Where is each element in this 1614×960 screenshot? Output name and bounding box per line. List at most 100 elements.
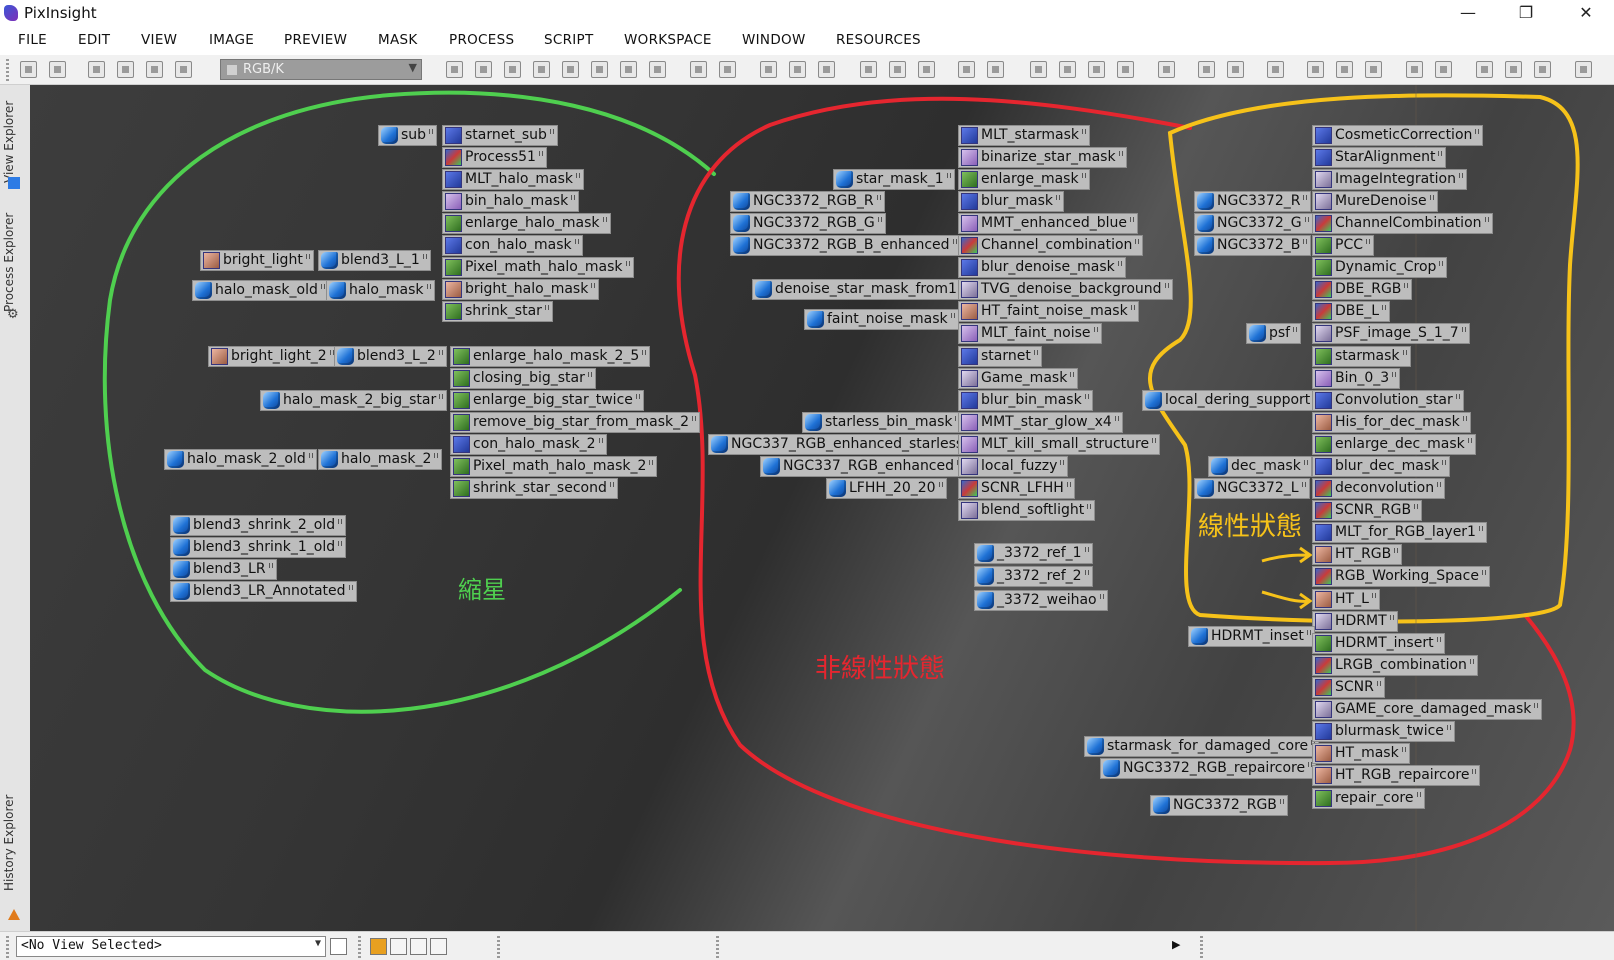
toolbar-button[interactable] xyxy=(1117,61,1134,78)
view-select[interactable]: <No View Selected> ▼ xyxy=(16,936,326,957)
toolbar-button[interactable] xyxy=(1505,61,1522,78)
process-icon-closing-big-star[interactable]: closing_big_star xyxy=(450,368,596,389)
process-icon-blur-dec-mask[interactable]: blur_dec_mask xyxy=(1312,456,1451,477)
toolbar-button[interactable] xyxy=(1158,61,1175,78)
process-icon-game-core-damaged-mask[interactable]: GAME_core_damaged_mask xyxy=(1312,699,1543,720)
process-icon-ht-rgb[interactable]: HT_RGB xyxy=(1312,544,1403,565)
image-icon-dec-mask[interactable]: dec_mask xyxy=(1208,456,1312,477)
toolbar-button[interactable] xyxy=(1435,61,1452,78)
process-icon-mlt-faint-noise[interactable]: MLT_faint_noise xyxy=(958,323,1102,344)
image-icon-blend3-shrink-1-old[interactable]: blend3_shrink_1_old xyxy=(170,537,347,558)
process-icon-hdrmt-insert[interactable]: HDRMT_insert xyxy=(1312,633,1445,654)
process-icon-channel-combination[interactable]: Channel_combination xyxy=(958,235,1144,256)
toolbar-button[interactable] xyxy=(88,61,105,78)
process-icon-channelcombination[interactable]: ChannelCombination xyxy=(1312,213,1493,234)
statusbar-grip[interactable] xyxy=(6,936,9,958)
image-icon-blend3-l-1[interactable]: blend3_L_1 xyxy=(318,250,431,271)
process-icon-dynamic-crop[interactable]: Dynamic_Crop xyxy=(1312,257,1448,278)
image-icon-ngc3372-rgb-repaircore[interactable]: NGC3372_RGB_repaircore xyxy=(1100,758,1317,779)
process-icon-remove-big-star-from-mask-2[interactable]: remove_big_star_from_mask_2 xyxy=(450,412,701,433)
image-icon-faint-noise-mask[interactable]: faint_noise_mask xyxy=(804,309,959,330)
zoom-out-icon[interactable] xyxy=(719,61,736,78)
play-icon[interactable]: ▶ xyxy=(1172,938,1180,951)
process-icon-bright-halo-mask[interactable]: bright_halo_mask xyxy=(442,279,600,300)
process-icon-bin-halo-mask[interactable]: bin_halo_mask xyxy=(442,191,580,212)
image-icon-ngc3372-l[interactable]: NGC3372_L xyxy=(1194,478,1310,499)
undo-icon[interactable] xyxy=(20,61,37,78)
toolbar-button[interactable] xyxy=(1227,61,1244,78)
stf-button[interactable] xyxy=(410,938,427,955)
process-icon-image-integration[interactable]: ImageIntegration xyxy=(1312,169,1467,190)
process-icon-ht-rgb-repaircore[interactable]: HT_RGB_repaircore xyxy=(1312,765,1481,786)
process-icon-enlarge-halo-mask-2-5[interactable]: enlarge_halo_mask_2_5 xyxy=(450,346,651,367)
toolbar-grip[interactable] xyxy=(6,59,9,81)
toolbar-button[interactable] xyxy=(1030,61,1047,78)
process-icon-tvg-denoise-background[interactable]: TVG_denoise_background xyxy=(958,279,1173,300)
process-icon-scnr-lfhh[interactable]: SCNR_LFHH xyxy=(958,478,1075,499)
process-icon-starnet-sub[interactable]: starnet_sub xyxy=(442,125,558,146)
toolbar-button[interactable] xyxy=(1198,61,1215,78)
toolbar-button[interactable] xyxy=(860,61,877,78)
process-icon-star-alignment[interactable]: StarAlignment xyxy=(1312,147,1447,168)
toolbar-button[interactable] xyxy=(1336,61,1353,78)
toolbar-button[interactable] xyxy=(533,61,550,78)
process-icon-con-halo-mask-2[interactable]: con_halo_mask_2 xyxy=(450,434,607,455)
image-icon-star-mask-1[interactable]: star_mask_1 xyxy=(833,169,955,190)
menu-view[interactable]: VIEW xyxy=(141,32,177,48)
close-button[interactable]: ✕ xyxy=(1574,2,1598,24)
zoom-in-icon[interactable] xyxy=(690,61,707,78)
image-icon-local-dering-support[interactable]: local_dering_support xyxy=(1142,390,1322,411)
history-explorer-tab[interactable]: History Explorer xyxy=(2,785,28,900)
process-icon-mlt-starmask[interactable]: MLT_starmask xyxy=(958,125,1090,146)
image-icon-ngc3372-b[interactable]: NGC3372_B xyxy=(1194,235,1312,256)
statusbar-grip[interactable] xyxy=(497,936,500,958)
view-lock-button[interactable] xyxy=(330,938,347,955)
toolbar-button[interactable] xyxy=(591,61,608,78)
process-icon-mlt-for-rgb-layer1[interactable]: MLT_for_RGB_layer1 xyxy=(1312,522,1487,543)
menu-mask[interactable]: MASK xyxy=(378,32,418,48)
zoom-icon[interactable] xyxy=(818,61,835,78)
process-icon-pixel-math-halo-mask-2[interactable]: Pixel_math_halo_mask_2 xyxy=(450,456,658,477)
toolbar-button[interactable] xyxy=(987,61,1004,78)
process-icon-bright-light-2[interactable]: bright_light_2 xyxy=(208,346,338,367)
process-icon-his-for-dec-mask[interactable]: His_for_dec_mask xyxy=(1312,412,1471,433)
menu-workspace[interactable]: WORKSPACE xyxy=(624,32,712,48)
process-icon-blurmask-twice[interactable]: blurmask_twice xyxy=(1312,721,1455,742)
color-space-select[interactable]: RGB/K ▼ xyxy=(220,59,422,80)
image-icon-ngc337-rgb-enhanced-starless[interactable]: NGC337_RGB_enhanced_starless xyxy=(708,434,975,455)
image-icon-starmask-for-damaged-core[interactable]: starmask_for_damaged_core xyxy=(1084,736,1320,757)
image-icon-ngc3372-rgb[interactable]: NGC3372_RGB xyxy=(1150,795,1288,816)
toolbar-button[interactable] xyxy=(475,61,492,78)
process-icon-con-halo-mask[interactable]: con_halo_mask xyxy=(442,235,583,256)
maximize-button[interactable]: ❐ xyxy=(1514,2,1538,24)
process-icon-starmask[interactable]: starmask xyxy=(1312,346,1411,367)
process-icon-pixel-math-halo-mask[interactable]: Pixel_math_halo_mask xyxy=(442,257,634,278)
image-icon-ngc3372-rgb-g[interactable]: NGC3372_RGB_G xyxy=(730,213,886,234)
process-icon-blur-bin-mask[interactable]: blur_bin_mask xyxy=(958,390,1093,411)
image-icon-denoise-star-mask-from1[interactable]: denoise_star_mask_from1 xyxy=(752,279,968,300)
image-icon-halo-mask[interactable]: halo_mask xyxy=(326,280,435,301)
process-icon-blur-mask[interactable]: blur_mask xyxy=(958,191,1065,212)
toolbar-button[interactable] xyxy=(562,61,579,78)
menu-image[interactable]: IMAGE xyxy=(209,32,254,48)
toolbar-button[interactable] xyxy=(918,61,935,78)
process-icon-mlt-kill-small-structure[interactable]: MLT_kill_small_structure xyxy=(958,434,1161,455)
toolbar-button[interactable] xyxy=(1534,61,1551,78)
process-icon-process51[interactable]: Process51 xyxy=(442,147,547,168)
process-icon-mlt-halo-mask[interactable]: MLT_halo_mask xyxy=(442,169,585,190)
process-icon-deconvolution[interactable]: deconvolution xyxy=(1312,478,1446,499)
process-icon-starnet[interactable]: starnet xyxy=(958,346,1042,367)
image-icon-lfhh-20-20[interactable]: LFHH_20_20 xyxy=(826,478,947,499)
toolbar-button[interactable] xyxy=(1059,61,1076,78)
image-icon-blend3-l-2[interactable]: blend3_L_2 xyxy=(334,346,447,367)
statusbar-grip[interactable] xyxy=(358,936,361,958)
redo-icon[interactable] xyxy=(49,61,66,78)
process-icon-lrgb-combination[interactable]: LRGB_combination xyxy=(1312,655,1478,676)
image-icon-3372-ref-1[interactable]: _3372_ref_1 xyxy=(974,543,1093,564)
zoom-icon[interactable] xyxy=(760,61,777,78)
image-icon-3372-weihao[interactable]: _3372_weihao xyxy=(974,590,1108,611)
workspace[interactable]: 縮星 非線性狀態 線性狀態 sub starnet_sub Process51 … xyxy=(30,85,1614,931)
process-icon-mmt-star-glow-x4[interactable]: MMT_star_glow_x4 xyxy=(958,412,1123,433)
pointer-icon[interactable] xyxy=(649,61,666,78)
process-icon-enlarge-mask[interactable]: enlarge_mask xyxy=(958,169,1090,190)
